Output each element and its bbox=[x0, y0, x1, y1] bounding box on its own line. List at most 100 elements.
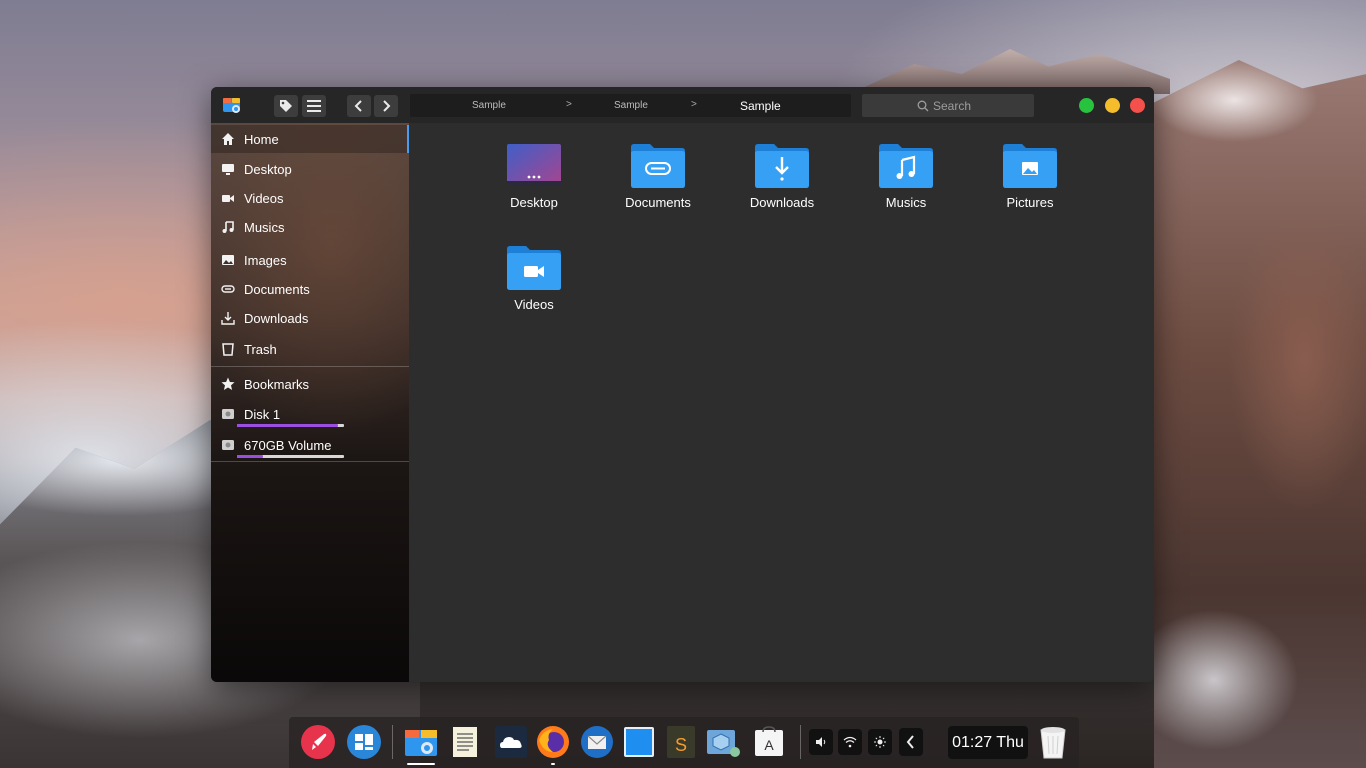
virtual-machine-icon[interactable] bbox=[705, 724, 741, 760]
maximize-button[interactable] bbox=[1079, 98, 1094, 113]
launcher-rocket-icon[interactable] bbox=[300, 724, 336, 760]
disk-usage-fill bbox=[237, 455, 263, 458]
disk-usage-fill bbox=[237, 424, 338, 427]
sidebar-item-label: Downloads bbox=[244, 310, 309, 326]
folder-videos[interactable]: Videos bbox=[479, 245, 589, 335]
volume-icon bbox=[816, 737, 826, 747]
notes-app-icon[interactable] bbox=[621, 724, 657, 760]
breadcrumb-separator: > bbox=[566, 99, 572, 110]
forward-button[interactable] bbox=[374, 95, 398, 117]
wifi-icon bbox=[843, 736, 857, 748]
sidebar-item-label: Videos bbox=[244, 190, 284, 206]
app-store-icon[interactable]: A bbox=[751, 724, 787, 760]
mail-client-icon[interactable] bbox=[579, 724, 615, 760]
downloads-folder-icon bbox=[755, 144, 809, 188]
volume-button[interactable] bbox=[809, 729, 833, 755]
sidebar-item-musics[interactable]: Musics bbox=[211, 213, 409, 241]
breadcrumb-current[interactable]: Sample bbox=[740, 99, 781, 113]
back-button[interactable] bbox=[347, 95, 371, 117]
multitasking-view-icon[interactable] bbox=[346, 724, 382, 760]
folder-label: Pictures bbox=[1006, 195, 1054, 210]
folder-label: Musics bbox=[885, 195, 927, 210]
hard-drive-icon bbox=[220, 437, 236, 453]
dock-separator bbox=[800, 725, 801, 759]
sidebar-item-home[interactable]: Home bbox=[211, 125, 409, 153]
search-input[interactable] bbox=[933, 98, 979, 113]
titlebar: Sample > Sample > Sample bbox=[211, 87, 1154, 123]
sidebar-item-label: Trash bbox=[244, 341, 277, 357]
sidebar-item-label: Documents bbox=[244, 281, 310, 297]
menu-button[interactable] bbox=[302, 95, 326, 117]
breadcrumb-item[interactable]: Sample bbox=[472, 100, 506, 111]
sidebar-item-images[interactable]: Images bbox=[211, 246, 409, 274]
svg-text:A: A bbox=[764, 737, 774, 753]
wallpaper-mountain-right bbox=[1154, 60, 1366, 768]
music-folder-icon bbox=[879, 144, 933, 188]
folder-documents[interactable]: Documents bbox=[603, 143, 713, 233]
close-button[interactable] bbox=[1130, 98, 1145, 113]
tag-icon bbox=[280, 100, 292, 112]
dock-separator bbox=[392, 725, 393, 759]
sidebar-divider bbox=[211, 366, 409, 367]
chevron-left-icon bbox=[906, 735, 914, 749]
folder-musics[interactable]: Musics bbox=[851, 143, 961, 233]
sidebar-divider bbox=[211, 461, 409, 462]
brightness-button[interactable] bbox=[868, 729, 892, 755]
chevron-left-icon bbox=[354, 100, 362, 112]
sidebar-item-documents[interactable]: Documents bbox=[211, 275, 409, 303]
monitor-icon bbox=[220, 161, 236, 177]
file-manager-app-icon bbox=[223, 98, 240, 113]
running-indicator bbox=[551, 763, 555, 765]
folder-label: Documents bbox=[625, 195, 691, 210]
trash-bin-icon[interactable] bbox=[1036, 724, 1070, 760]
tray-collapse-button[interactable] bbox=[899, 728, 923, 756]
sidebar-item-trash[interactable]: Trash bbox=[211, 335, 409, 363]
sidebar-item-label: Home bbox=[244, 131, 279, 147]
cloud-sync-icon[interactable] bbox=[493, 724, 529, 760]
text-editor-icon[interactable] bbox=[447, 724, 483, 760]
home-icon bbox=[220, 131, 236, 147]
pictures-folder-icon bbox=[1003, 144, 1057, 188]
chevron-right-icon bbox=[383, 100, 391, 112]
sidebar-item-label: Desktop bbox=[244, 161, 292, 177]
folder-downloads[interactable]: Downloads bbox=[727, 143, 837, 233]
wifi-button[interactable] bbox=[838, 729, 862, 755]
videos-folder-icon bbox=[507, 246, 561, 290]
tag-button[interactable] bbox=[274, 95, 298, 117]
sidebar-item-label: Disk 1 bbox=[244, 406, 281, 422]
sidebar-item-downloads[interactable]: Downloads bbox=[211, 304, 409, 332]
file-manager-icon[interactable] bbox=[403, 724, 439, 760]
sidebar-item-label: 670GB Volume bbox=[244, 437, 332, 453]
dock: S A 01:27 Thu bbox=[289, 717, 1079, 768]
sublime-text-icon[interactable]: S bbox=[663, 724, 699, 760]
breadcrumb-separator: > bbox=[691, 99, 697, 110]
folder-label: Downloads bbox=[749, 195, 815, 210]
music-note-icon bbox=[220, 219, 236, 235]
clock[interactable]: 01:27 Thu bbox=[948, 726, 1028, 759]
folder-desktop[interactable]: Desktop bbox=[479, 143, 589, 233]
brightness-icon bbox=[874, 736, 886, 748]
sidebar-item-desktop[interactable]: Desktop bbox=[211, 155, 409, 183]
breadcrumb-item[interactable]: Sample bbox=[614, 100, 648, 111]
sidebar-item-label: Musics bbox=[244, 219, 285, 235]
sidebar: Home Desktop Videos Musics Images Docume… bbox=[211, 123, 409, 682]
breadcrumb: Sample > Sample > Sample bbox=[410, 94, 851, 117]
folder-label: Desktop bbox=[510, 195, 558, 210]
folder-label: Videos bbox=[514, 297, 554, 312]
hamburger-icon bbox=[307, 100, 321, 112]
sidebar-item-bookmarks[interactable]: Bookmarks bbox=[211, 370, 409, 398]
folder-pictures[interactable]: Pictures bbox=[975, 143, 1085, 233]
minimize-button[interactable] bbox=[1105, 98, 1120, 113]
image-icon bbox=[220, 252, 236, 268]
disk-usage-bar bbox=[237, 424, 344, 427]
sidebar-item-videos[interactable]: Videos bbox=[211, 184, 409, 212]
firefox-icon[interactable] bbox=[535, 724, 571, 760]
svg-text:S: S bbox=[675, 735, 687, 755]
folder-view: Desktop Documents Downloads Musics Pictu… bbox=[409, 123, 1154, 682]
star-icon bbox=[220, 376, 236, 392]
sidebar-item-label: Bookmarks bbox=[244, 376, 310, 392]
disk-usage-bar bbox=[237, 455, 344, 458]
hard-drive-icon bbox=[220, 406, 236, 422]
documents-folder-icon bbox=[631, 144, 685, 188]
search-box[interactable] bbox=[862, 94, 1034, 117]
